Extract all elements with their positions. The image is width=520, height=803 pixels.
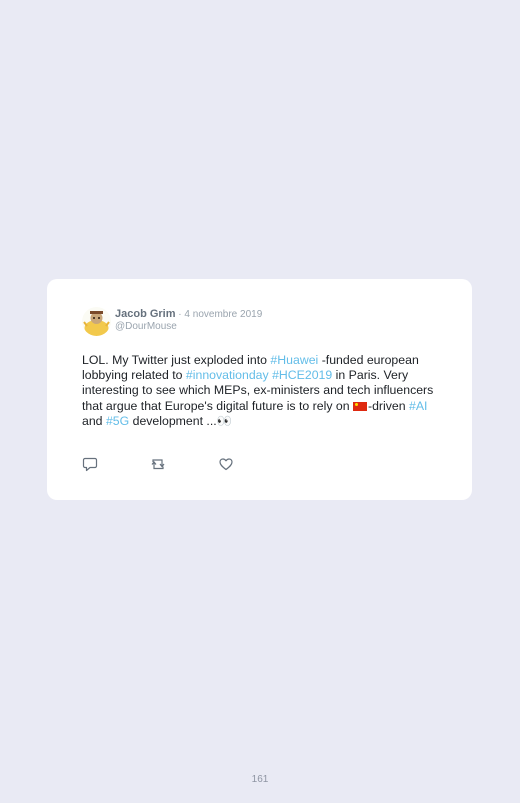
tweet-text: LOL. My Twitter just exploded into #Huaw… (82, 353, 442, 429)
china-flag-icon (353, 401, 367, 411)
hashtag-5g[interactable]: #5G (106, 414, 129, 428)
author-line: Jacob Grim · 4 novembre 2019 (115, 308, 262, 320)
like-button[interactable] (218, 456, 234, 472)
like-icon (219, 458, 233, 471)
retweet-icon (151, 459, 165, 470)
text-segment: development ... (129, 413, 217, 428)
page-number: 161 (251, 774, 269, 785)
retweet-button[interactable] (150, 456, 166, 472)
avatar[interactable] (82, 307, 111, 336)
text-segment: -driven (368, 398, 410, 413)
reply-icon (82, 457, 98, 472)
author-handle[interactable]: @DourMouse (115, 321, 177, 332)
eyes-emoji: 👀 (216, 413, 232, 428)
avatar-image (82, 307, 111, 336)
hashtag-ai[interactable]: #AI (409, 399, 427, 413)
hashtag-hce2019[interactable]: #HCE2019 (272, 368, 332, 382)
text-segment: LOL. My Twitter just exploded into (82, 353, 271, 367)
text-segment: and (82, 413, 106, 428)
author-name[interactable]: Jacob Grim (115, 308, 176, 320)
reply-button[interactable] (82, 456, 98, 472)
tweet-card: Jacob Grim · 4 novembre 2019 @DourMouse … (47, 279, 472, 500)
hashtag-innovationday[interactable]: #innovationday (186, 368, 269, 382)
tweet-date[interactable]: 4 novembre 2019 (184, 309, 262, 320)
hashtag-huawei[interactable]: #Huawei (270, 353, 318, 367)
